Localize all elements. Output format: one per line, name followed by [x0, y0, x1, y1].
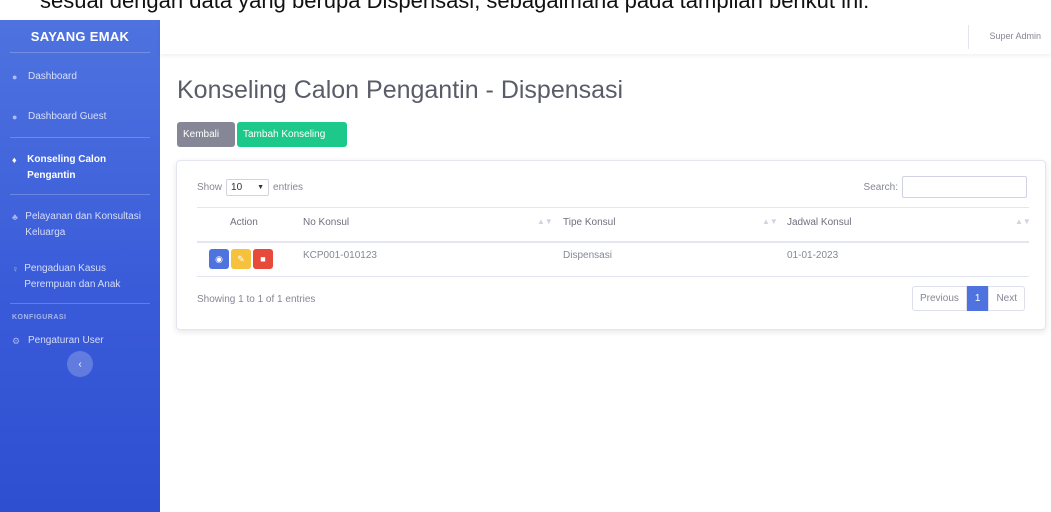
table-search: Search:	[864, 176, 1027, 198]
tachometer-icon: ●	[12, 112, 18, 122]
column-header-action[interactable]: Action	[230, 217, 258, 228]
user-menu[interactable]: Super Admin	[989, 31, 1041, 41]
pagination-page-1[interactable]: 1	[966, 286, 989, 311]
edit-icon: ✎	[237, 253, 245, 264]
trash-icon: ■	[260, 254, 266, 264]
sidebar-item-pelayanan-konsultasi-keluarga[interactable]: ♣ Pelayanan dan Konsultasi Keluarga	[0, 209, 160, 241]
table-row-border	[197, 276, 1029, 277]
cell-tipe-konsul: Dispensasi	[563, 250, 612, 261]
sort-icon[interactable]: ▲▼	[537, 217, 553, 226]
gears-icon: ⚙	[12, 336, 21, 346]
sidebar-item-pengaduan-kasus[interactable]: ♀ Pengaduan Kasus Perempuan dan Anak	[0, 261, 160, 293]
table-info: Showing 1 to 1 of 1 entries	[197, 294, 316, 305]
users-icon: ♣	[12, 212, 18, 222]
sidebar-item-dashboard[interactable]: ● Dashboard	[0, 69, 160, 85]
sidebar-divider	[10, 194, 150, 195]
delete-button[interactable]: ■	[253, 249, 273, 269]
sidebar-item-pengaturan-user[interactable]: ⚙ Pengaturan User	[0, 333, 160, 349]
eye-icon: ◉	[215, 253, 223, 264]
page-title: Konseling Calon Pengantin - Dispensasi	[177, 76, 624, 104]
document-caption-fragment: sesuai dengan data yang berupa Dispensas…	[0, 0, 1051, 20]
sidebar-divider	[10, 303, 150, 304]
pagination-previous[interactable]: Previous	[911, 286, 967, 311]
sort-icon[interactable]: ▲▼	[762, 217, 778, 226]
sidebar-divider	[10, 52, 150, 53]
view-button[interactable]: ◉	[209, 249, 229, 269]
sidebar-divider	[10, 137, 150, 138]
edit-button[interactable]: ✎	[231, 249, 251, 269]
table-header-border	[197, 241, 1029, 243]
column-header-tipe-konsul[interactable]: Tipe Konsul	[563, 217, 615, 228]
chevron-left-icon: ‹	[78, 358, 82, 370]
page-length-select[interactable]: 10 ▼	[226, 179, 270, 196]
sidebar: SAYANG EMAK ● Dashboard ● Dashboard Gues…	[0, 20, 160, 512]
table-card: Show 10 ▼ entries Search: Action No Kons…	[176, 160, 1046, 330]
topbar-divider	[968, 25, 969, 49]
pagination: Previous 1 Next	[911, 286, 1025, 311]
sidebar-toggle-button[interactable]: ‹	[67, 351, 93, 377]
restroom-icon: ♦	[12, 155, 17, 165]
sidebar-brand[interactable]: SAYANG EMAK	[0, 20, 160, 52]
topbar: Super Admin	[160, 20, 1051, 54]
column-header-no-konsul[interactable]: No Konsul	[303, 217, 349, 228]
sort-icon[interactable]: ▲▼	[1015, 217, 1031, 226]
chevron-down-icon: ▼	[257, 184, 265, 191]
back-button[interactable]: Kembali	[177, 122, 235, 147]
table-top-border	[197, 207, 1029, 208]
add-konseling-button[interactable]: Tambah Konseling	[237, 122, 347, 147]
sidebar-heading-konfigurasi: KONFIGURASI	[12, 314, 67, 321]
search-input[interactable]	[902, 176, 1027, 198]
female-icon: ♀	[12, 264, 19, 274]
cell-jadwal-konsul: 01-01-2023	[787, 250, 839, 261]
pagination-next[interactable]: Next	[988, 286, 1025, 311]
cell-no-konsul: KCP001-010123	[303, 250, 377, 261]
page-length-control: Show 10 ▼ entries	[197, 179, 303, 196]
column-header-jadwal-konsul[interactable]: Jadwal Konsul	[787, 217, 851, 228]
sidebar-item-dashboard-guest[interactable]: ● Dashboard Guest	[0, 109, 160, 125]
sidebar-item-konseling-calon-pengantin[interactable]: ♦ Konseling Calon Pengantin	[0, 152, 160, 184]
tachometer-icon: ●	[12, 72, 18, 82]
